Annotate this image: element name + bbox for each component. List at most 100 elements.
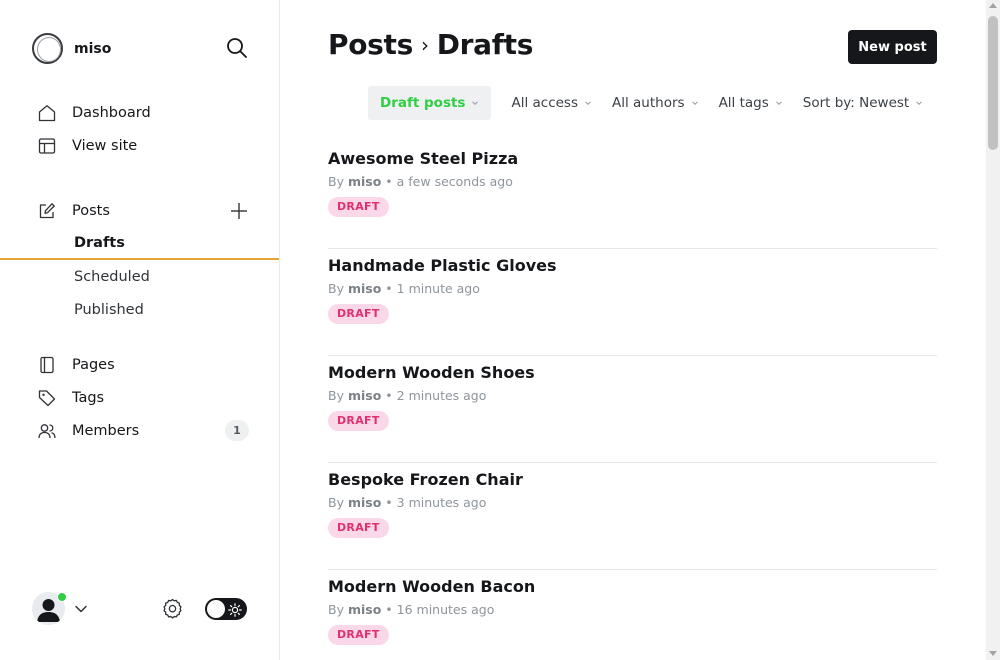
tag-icon (38, 389, 56, 407)
post-title[interactable]: Handmade Plastic Gloves (328, 256, 937, 276)
scrollbar[interactable] (986, 0, 1000, 660)
sidebar-item-label: Tags (72, 389, 105, 406)
sidebar-item-scheduled[interactable]: Scheduled (0, 260, 279, 293)
sidebar-item-label: Posts (72, 202, 110, 219)
filter-bar: Draft posts All access All authors All t… (368, 86, 933, 120)
post-by: By (328, 174, 344, 189)
search-icon[interactable] (226, 37, 248, 59)
status-badge: DRAFT (328, 518, 389, 538)
new-post-button[interactable]: New post (848, 30, 937, 64)
post-time: • 3 minutes ago (385, 495, 487, 510)
filter-label: All access (511, 95, 578, 111)
chevron-down-icon (916, 101, 923, 106)
chevron-down-icon[interactable] (74, 601, 88, 615)
sidebar-item-dashboard[interactable]: Dashboard (0, 96, 279, 129)
sidebar-item-members[interactable]: Members 1 (0, 414, 279, 447)
sidebar-item-label: Dashboard (72, 104, 151, 121)
gear-icon[interactable] (162, 598, 183, 619)
filter-type[interactable]: Draft posts (368, 86, 492, 120)
toggle-knob (207, 600, 225, 618)
list-item[interactable]: Handmade Plastic Gloves By miso • 1 minu… (328, 249, 937, 356)
sidebar-footer (32, 591, 248, 625)
posts-nav: Posts Drafts Scheduled Published (0, 194, 279, 326)
breadcrumb-current: Drafts (436, 28, 534, 61)
post-time: • 16 minutes ago (385, 602, 495, 617)
list-item[interactable]: Modern Wooden Bacon By miso • 16 minutes… (328, 570, 937, 660)
post-title[interactable]: Modern Wooden Bacon (328, 577, 937, 597)
sidebar-item-label: Members (72, 422, 140, 439)
filter-tags[interactable]: All tags (709, 86, 793, 120)
sidebar-item-view-site[interactable]: View site (0, 129, 279, 162)
sidebar-item-tags[interactable]: Tags (0, 381, 279, 414)
filter-sort[interactable]: Sort by: Newest (793, 86, 933, 120)
post-author: miso (347, 281, 382, 296)
scroll-down-arrow-icon[interactable] (989, 651, 997, 656)
sidebar-item-published[interactable]: Published (0, 293, 279, 326)
filter-label: Draft posts (380, 95, 466, 111)
dark-mode-toggle[interactable] (205, 598, 247, 620)
layout-icon (38, 137, 56, 155)
members-icon (38, 422, 56, 440)
main-content: Posts › Drafts New post Draft posts All … (280, 0, 986, 660)
sidebar-item-label: Pages (72, 356, 115, 373)
post-time: • a few seconds ago (385, 174, 513, 189)
filter-label: All tags (718, 95, 769, 111)
post-time: • 2 minutes ago (385, 388, 487, 403)
status-badge: DRAFT (328, 304, 389, 324)
filter-access[interactable]: All access (501, 86, 602, 120)
breadcrumb-posts[interactable]: Posts (328, 28, 413, 61)
post-list: Awesome Steel Pizza By miso • a few seco… (328, 142, 937, 660)
sidebar: miso Dashboard View site Posts Drafts Sc… (0, 0, 280, 660)
post-time: • 1 minute ago (385, 281, 480, 296)
secondary-nav: Pages Tags Members 1 (0, 348, 279, 447)
post-meta: By miso • 1 minute ago (328, 281, 937, 297)
chevron-down-icon (472, 101, 479, 106)
post-title[interactable]: Bespoke Frozen Chair (328, 470, 937, 490)
members-count-badge: 1 (225, 420, 249, 441)
post-by: By (328, 495, 344, 510)
post-meta: By miso • a few seconds ago (328, 174, 937, 190)
sun-icon (228, 602, 242, 617)
list-item[interactable]: Modern Wooden Shoes By miso • 2 minutes … (328, 356, 937, 463)
status-badge: DRAFT (328, 197, 389, 217)
add-post-icon[interactable] (229, 201, 249, 221)
post-meta: By miso • 3 minutes ago (328, 495, 937, 511)
site-name: miso (74, 40, 112, 57)
chevron-down-icon (585, 101, 591, 106)
scroll-up-arrow-icon[interactable] (989, 3, 997, 8)
filter-label: All authors (612, 95, 685, 111)
breadcrumb-separator: › (420, 32, 429, 57)
edit-icon (38, 202, 56, 220)
filter-authors[interactable]: All authors (602, 86, 709, 120)
status-badge: DRAFT (328, 411, 389, 431)
online-status-dot (57, 592, 67, 602)
filter-label: Sort by: Newest (802, 95, 910, 111)
sidebar-item-drafts[interactable]: Drafts (0, 227, 279, 260)
list-item[interactable]: Bespoke Frozen Chair By miso • 3 minutes… (328, 463, 937, 570)
post-by: By (328, 281, 344, 296)
post-author: miso (347, 388, 382, 403)
scroll-thumb[interactable] (988, 16, 998, 150)
list-item[interactable]: Awesome Steel Pizza By miso • a few seco… (328, 142, 937, 249)
page-icon (38, 356, 56, 374)
main-nav: Dashboard View site (0, 96, 279, 162)
post-title[interactable]: Modern Wooden Shoes (328, 363, 937, 383)
sidebar-item-pages[interactable]: Pages (0, 348, 279, 381)
brand[interactable]: miso (32, 33, 111, 64)
post-meta: By miso • 2 minutes ago (328, 388, 937, 404)
post-author: miso (347, 174, 382, 189)
post-by: By (328, 602, 344, 617)
sidebar-item-label: View site (72, 137, 138, 154)
chevron-down-icon (775, 101, 782, 106)
page-title: Posts › Drafts (328, 28, 533, 61)
post-author: miso (347, 602, 382, 617)
post-meta: By miso • 16 minutes ago (328, 602, 937, 618)
post-title[interactable]: Awesome Steel Pizza (328, 149, 937, 169)
site-logo-icon (32, 33, 63, 64)
post-by: By (328, 388, 344, 403)
status-badge: DRAFT (328, 625, 389, 645)
chevron-down-icon (691, 101, 698, 106)
home-icon (38, 104, 56, 122)
sidebar-item-posts[interactable]: Posts (0, 194, 279, 227)
post-author: miso (347, 495, 382, 510)
